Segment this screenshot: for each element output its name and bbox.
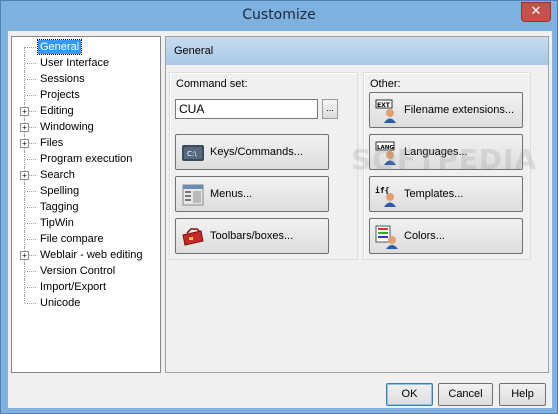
window-title: Customize (242, 7, 316, 23)
tree-connector (25, 303, 36, 304)
tree-item[interactable]: + Windowing (12, 119, 160, 135)
toolbars-boxes-button[interactable]: Toolbars/boxes... (175, 218, 329, 254)
command-set-group: Command set: CUA ... C:\ Keys/Commands..… (169, 72, 358, 260)
panel-title: General (174, 45, 214, 57)
tree-item[interactable]: Import/Export (12, 279, 160, 295)
toolbars-boxes-label: Toolbars/boxes... (210, 230, 294, 242)
expand-icon[interactable]: + (20, 107, 29, 116)
category-tree[interactable]: General User Interface Sessions Projects + Ed… (11, 36, 161, 373)
tree-item-label: Sessions (40, 73, 85, 85)
templates-label: Templates... (404, 188, 464, 200)
tree-connector (25, 239, 36, 240)
tree-item-label: Editing (40, 105, 74, 117)
other-label: Other: (370, 78, 401, 90)
tree-connector (25, 223, 36, 224)
filename-extensions-label: Filename extensions... (404, 104, 515, 116)
keys-commands-button[interactable]: C:\ Keys/Commands... (175, 134, 329, 170)
color-palette-icon (375, 225, 398, 249)
expand-icon[interactable]: + (20, 139, 29, 148)
tree-item-label: Tagging (40, 201, 79, 213)
tree-connector (25, 47, 36, 48)
tree-item[interactable]: Sessions (12, 71, 160, 87)
command-set-label: Command set: (176, 78, 248, 90)
cancel-button[interactable]: Cancel (438, 383, 493, 406)
tree-item-label: Spelling (40, 185, 80, 197)
tree-item[interactable]: + Files (12, 135, 160, 151)
tree-item[interactable]: Version Control (12, 263, 160, 279)
ok-button[interactable]: OK (386, 383, 433, 406)
tree-item-label: TipWin (40, 217, 74, 229)
tree-connector (25, 79, 36, 80)
tree-item[interactable]: + Search (12, 167, 160, 183)
svg-text:EXT: EXT (377, 102, 391, 109)
tree-item[interactable]: Unicode (12, 295, 160, 311)
menus-button[interactable]: Menus... (175, 176, 329, 212)
settings-panel: General Command set: CUA ... C:\ Keys/Co… (165, 36, 549, 373)
tree-connector (25, 271, 36, 272)
tree-item-label: User Interface (40, 57, 110, 69)
tree-item[interactable]: Tagging (12, 199, 160, 215)
svg-text:if{: if{ (375, 185, 390, 195)
help-button[interactable]: Help (499, 383, 546, 406)
expand-icon[interactable]: + (20, 123, 29, 132)
tree-item[interactable]: User Interface (12, 55, 160, 71)
customize-dialog: Customize ✕ General User Interface Session… (0, 0, 558, 414)
tree-connector (25, 95, 36, 96)
command-set-browse-button[interactable]: ... (322, 99, 338, 119)
tree-item-label: Files (40, 137, 64, 149)
expand-icon[interactable]: + (20, 251, 29, 260)
tree-item-label: General (36, 39, 83, 55)
tree-item[interactable]: Program execution (12, 151, 160, 167)
tree-item-label: Program execution (40, 153, 133, 165)
menus-label: Menus... (210, 188, 253, 200)
tree-item[interactable]: General (12, 39, 160, 55)
tree-item-label: Version Control (40, 265, 116, 277)
tree-item[interactable]: + Weblair - web editing (12, 247, 160, 263)
tree-connector (25, 191, 36, 192)
toolbox-icon (182, 228, 204, 246)
tree-item-label: Unicode (40, 297, 81, 309)
command-set-field[interactable]: CUA (175, 99, 318, 119)
template-icon: if{ (375, 185, 396, 207)
tree-item[interactable]: + Editing (12, 103, 160, 119)
filename-extensions-button[interactable]: EXT Filename extensions... (369, 92, 523, 128)
tree-item-label: Weblair - web editing (40, 249, 143, 261)
close-icon: ✕ (530, 4, 542, 19)
tree-item[interactable]: Projects (12, 87, 160, 103)
tree-item[interactable]: TipWin (12, 215, 160, 231)
tree-item[interactable]: Spelling (12, 183, 160, 199)
keyboard-icon: C:\ (182, 145, 204, 161)
watermark: SOFTPEDIA (351, 143, 538, 176)
dialog-client: General User Interface Sessions Projects + Ed… (8, 31, 552, 408)
colors-button[interactable]: Colors... (369, 218, 523, 254)
file-extension-icon: EXT (375, 99, 396, 123)
svg-text:C:\: C:\ (187, 150, 197, 158)
colors-label: Colors... (404, 230, 445, 242)
panel-header: General (166, 37, 548, 65)
tree-connector (25, 63, 36, 64)
close-button[interactable]: ✕ (521, 2, 551, 22)
menu-icon (182, 184, 204, 206)
keys-commands-label: Keys/Commands... (210, 146, 303, 158)
tree-item-label: Windowing (40, 121, 94, 133)
tree-connector (25, 207, 36, 208)
tree-item-label: Projects (40, 89, 80, 101)
tree-connector (24, 295, 25, 303)
templates-button[interactable]: if{ Templates... (369, 176, 523, 212)
tree-connector (25, 159, 36, 160)
tree-connector (25, 287, 36, 288)
tree-item-label: Search (40, 169, 75, 181)
tree-item-label: File compare (40, 233, 104, 245)
tree-item-label: Import/Export (40, 281, 107, 293)
tree-item[interactable]: File compare (12, 231, 160, 247)
tree-connector (24, 47, 25, 55)
expand-icon[interactable]: + (20, 171, 29, 180)
title-bar[interactable]: Customize ✕ (1, 1, 557, 31)
